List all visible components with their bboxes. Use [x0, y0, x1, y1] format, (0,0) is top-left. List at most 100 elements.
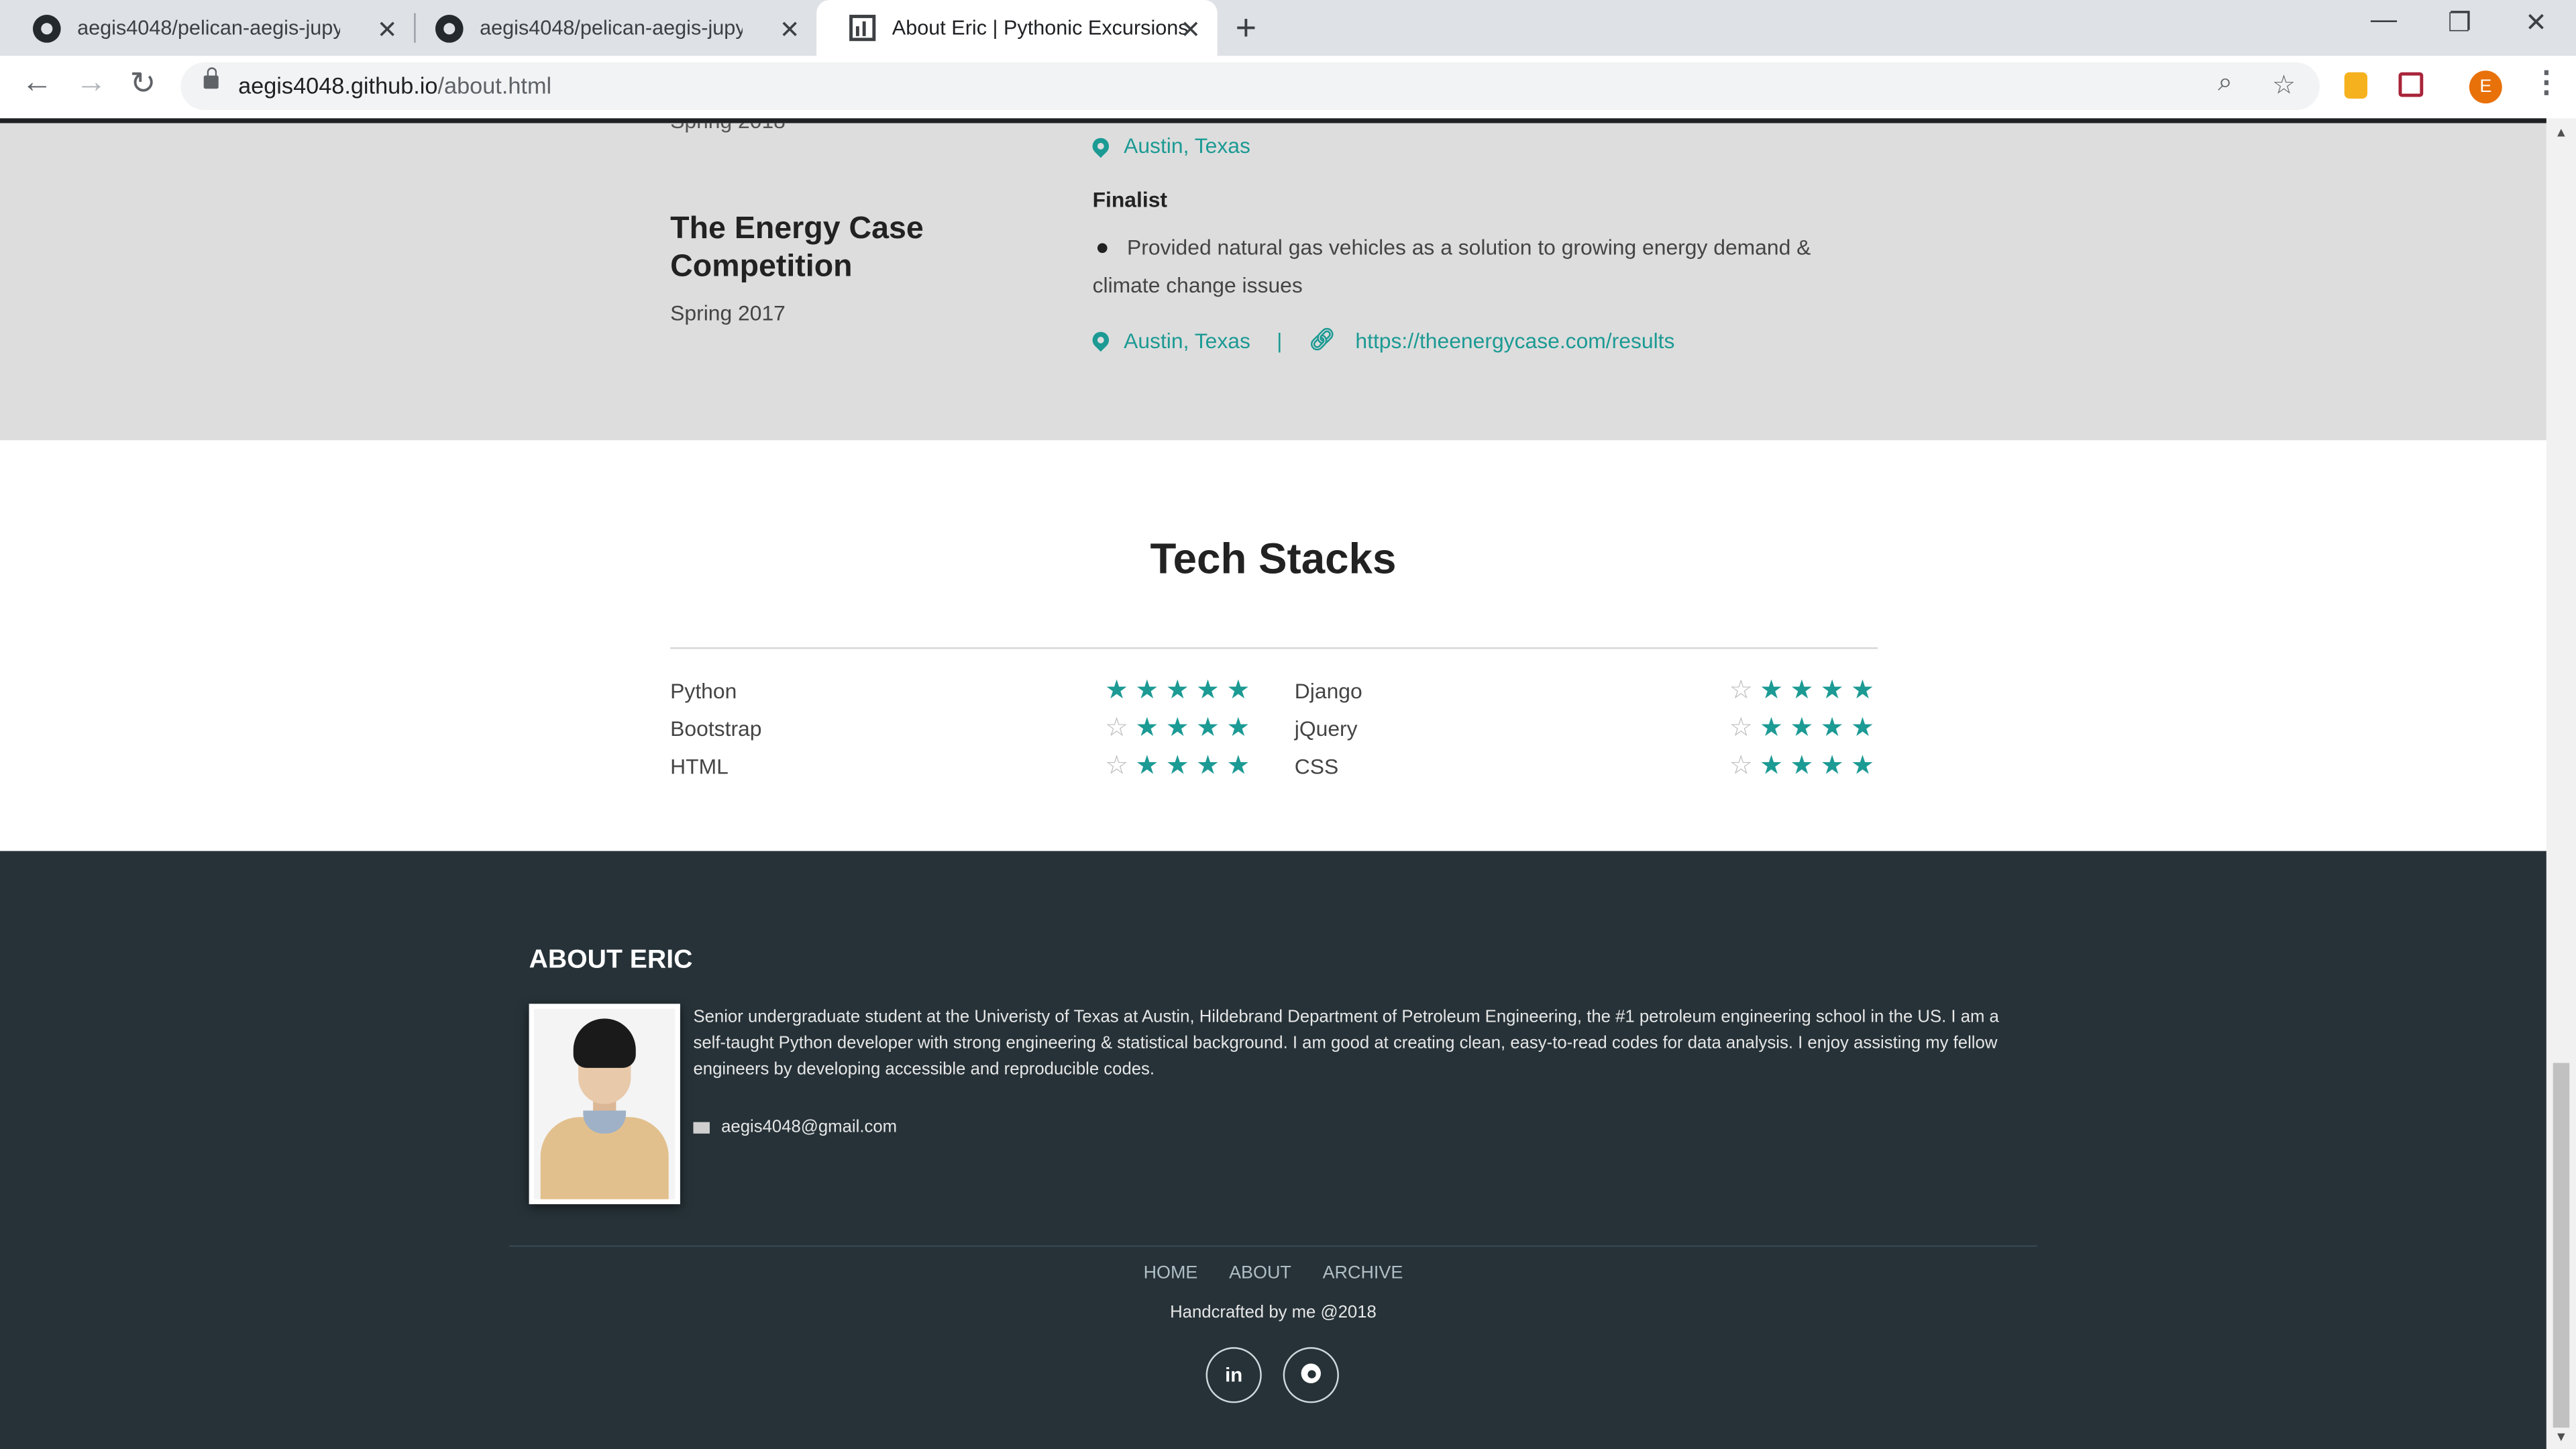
star-filled-icon: ★ — [1135, 752, 1159, 781]
awards-section: Spring 2018 Austin, Texas The Energy Cas… — [0, 123, 2546, 441]
skill-item: Bootstrap ☆ ★ ★ ★ ★ — [670, 713, 1254, 749]
address-bar[interactable]: aegis4048.github.io/about.html ⌕ ☆ — [180, 62, 2320, 111]
award-meta: Austin, Texas | 🔗︎ https://theenergycase… — [1089, 327, 1674, 353]
award-description: Provided natural gas vehicles as a solut… — [1092, 235, 1811, 298]
github-button[interactable] — [1283, 1347, 1339, 1403]
close-icon[interactable]: ✕ — [780, 15, 800, 44]
star-rating: ☆ ★ ★ ★ ★ — [1102, 751, 1254, 784]
bio-text: Senior undergraduate student at the Univ… — [693, 1007, 1999, 1079]
star-filled-icon: ★ — [1226, 676, 1250, 705]
star-empty-icon: ☆ — [1105, 714, 1129, 743]
star-filled-icon: ★ — [1165, 752, 1189, 781]
close-icon[interactable]: ✕ — [377, 15, 398, 44]
close-icon[interactable]: ✕ — [1180, 15, 1201, 44]
footer: ABOUT ERIC Senior undergraduate student … — [0, 851, 2546, 1449]
star-filled-icon: ★ — [1135, 676, 1159, 705]
github-icon — [435, 13, 464, 42]
star-filled-icon: ★ — [1790, 676, 1814, 705]
skill-name: CSS — [1294, 754, 1339, 779]
skill-name: HTML — [670, 754, 729, 779]
star-empty-icon: ☆ — [1729, 752, 1753, 781]
close-window-icon[interactable]: ✕ — [2525, 7, 2547, 40]
forward-arrow-icon[interactable]: → — [76, 66, 107, 102]
star-filled-icon: ★ — [1760, 752, 1784, 781]
profile-photo — [529, 1004, 680, 1205]
tech-stacks-section: Tech Stacks Python ★ ★ ★ ★ ★ Django ☆ ★ ★ ★ ★ Bootst… — [0, 440, 2546, 851]
star-filled-icon: ★ — [1196, 714, 1220, 743]
tab-github-1[interactable]: aegis4048/pelican-aegis-jupyter- ✕ — [0, 0, 414, 56]
skill-item: Python ★ ★ ★ ★ ★ — [670, 676, 1253, 711]
star-filled-icon: ★ — [1820, 714, 1844, 743]
star-empty-icon: ☆ — [1105, 752, 1129, 781]
chart-icon — [849, 15, 876, 42]
star-filled-icon: ★ — [1165, 714, 1189, 743]
skill-name: Python — [670, 678, 737, 704]
email-link[interactable]: aegis4048@gmail.com — [721, 1117, 897, 1136]
email-row: aegis4048@gmail.com — [693, 1117, 897, 1137]
page-content: Spring 2018 Austin, Texas The Energy Cas… — [0, 123, 2546, 1449]
skill-name: Django — [1294, 678, 1362, 704]
menu-dots-icon[interactable]: ⋮ — [2532, 66, 2561, 100]
link-icon: 🔗︎ — [1308, 327, 1336, 352]
zoom-icon[interactable]: ⌕ — [2218, 69, 2233, 99]
star-rating: ☆ ★ ★ ★ ★ — [1726, 676, 1878, 708]
location-text[interactable]: Austin, Texas — [1124, 133, 1250, 158]
bullet-icon — [1097, 242, 1108, 253]
header-underline — [0, 118, 2546, 123]
github-icon — [32, 13, 61, 42]
footer-link-home[interactable]: HOME — [1144, 1263, 1198, 1283]
footer-link-about[interactable]: ABOUT — [1229, 1263, 1291, 1283]
award-rank: Finalist — [1092, 187, 1168, 212]
back-arrow-icon[interactable]: ← — [21, 66, 53, 102]
pocket-extension-icon[interactable] — [2398, 72, 2424, 97]
award-link[interactable]: https://theenergycase.com/results — [1355, 328, 1674, 353]
section-title: Tech Stacks — [1150, 533, 1397, 584]
tab-github-2[interactable]: aegis4048/pelican-aegis-jupyter- ✕ — [402, 0, 816, 56]
linkedin-button[interactable]: in — [1205, 1347, 1262, 1403]
star-filled-icon: ★ — [1820, 676, 1844, 705]
divider — [670, 647, 1878, 649]
tab-about-eric[interactable]: About Eric | Pythonic Excursions ✕ — [816, 0, 1218, 56]
scroll-thumb[interactable] — [2553, 1063, 2570, 1428]
star-filled-icon: ★ — [1850, 714, 1875, 743]
map-pin-icon — [1089, 328, 1113, 352]
browser-toolbar: ← → ↻ aegis4048.github.io/about.html ⌕ ☆… — [0, 56, 2576, 119]
separator: | — [1277, 327, 1283, 353]
star-filled-icon: ★ — [1165, 676, 1189, 705]
restore-icon[interactable]: ❐ — [2448, 7, 2471, 40]
star-filled-icon: ★ — [1196, 676, 1220, 705]
star-rating: ☆ ★ ★ ★ ★ — [1726, 751, 1878, 784]
linkedin-icon: in — [1225, 1363, 1243, 1387]
about-title: ABOUT ERIC — [529, 946, 693, 975]
tab-title: aegis4048/pelican-aegis-jupyter- — [77, 16, 340, 40]
previous-award-date: Spring 2018 — [670, 123, 786, 133]
location-text[interactable]: Austin, Texas — [1124, 328, 1250, 353]
minimize-icon[interactable]: — — [2371, 7, 2397, 36]
star-rating: ☆ ★ ★ ★ ★ — [1102, 713, 1254, 746]
new-tab-plus-icon[interactable]: + — [1236, 7, 1256, 50]
award-date: Spring 2017 — [670, 301, 786, 325]
skill-item: jQuery ☆ ★ ★ ★ ★ — [1294, 714, 1878, 749]
skill-name: Bootstrap — [670, 716, 762, 741]
reload-icon[interactable]: ↻ — [129, 66, 156, 103]
extension-icon[interactable] — [2344, 72, 2367, 99]
scroll-down-icon[interactable]: ▼ — [2555, 1430, 2567, 1444]
star-filled-icon: ★ — [1226, 714, 1250, 743]
tab-title: aegis4048/pelican-aegis-jupyter- — [480, 16, 743, 40]
tab-strip: aegis4048/pelican-aegis-jupyter- ✕ aegis… — [0, 0, 2576, 56]
profile-avatar[interactable]: E — [2469, 70, 2502, 104]
bookmark-star-icon[interactable]: ☆ — [2272, 69, 2296, 102]
skill-name: jQuery — [1294, 716, 1358, 741]
footer-link-archive[interactable]: ARCHIVE — [1323, 1263, 1403, 1283]
credit-text: Handcrafted by me @2018 — [1170, 1303, 1377, 1323]
star-filled-icon: ★ — [1850, 676, 1875, 705]
footer-nav: HOME ABOUT ARCHIVE — [0, 1263, 2546, 1283]
skill-item: HTML ☆ ★ ★ ★ ★ — [670, 751, 1254, 787]
scroll-up-icon[interactable]: ▲ — [2555, 125, 2567, 140]
divider — [509, 1245, 2037, 1247]
map-pin-icon — [1089, 133, 1113, 158]
star-empty-icon: ☆ — [1729, 676, 1753, 705]
star-empty-icon: ☆ — [1729, 714, 1753, 743]
page-scrollbar[interactable]: ▲ ▼ — [2546, 118, 2576, 1449]
star-filled-icon: ★ — [1135, 714, 1159, 743]
